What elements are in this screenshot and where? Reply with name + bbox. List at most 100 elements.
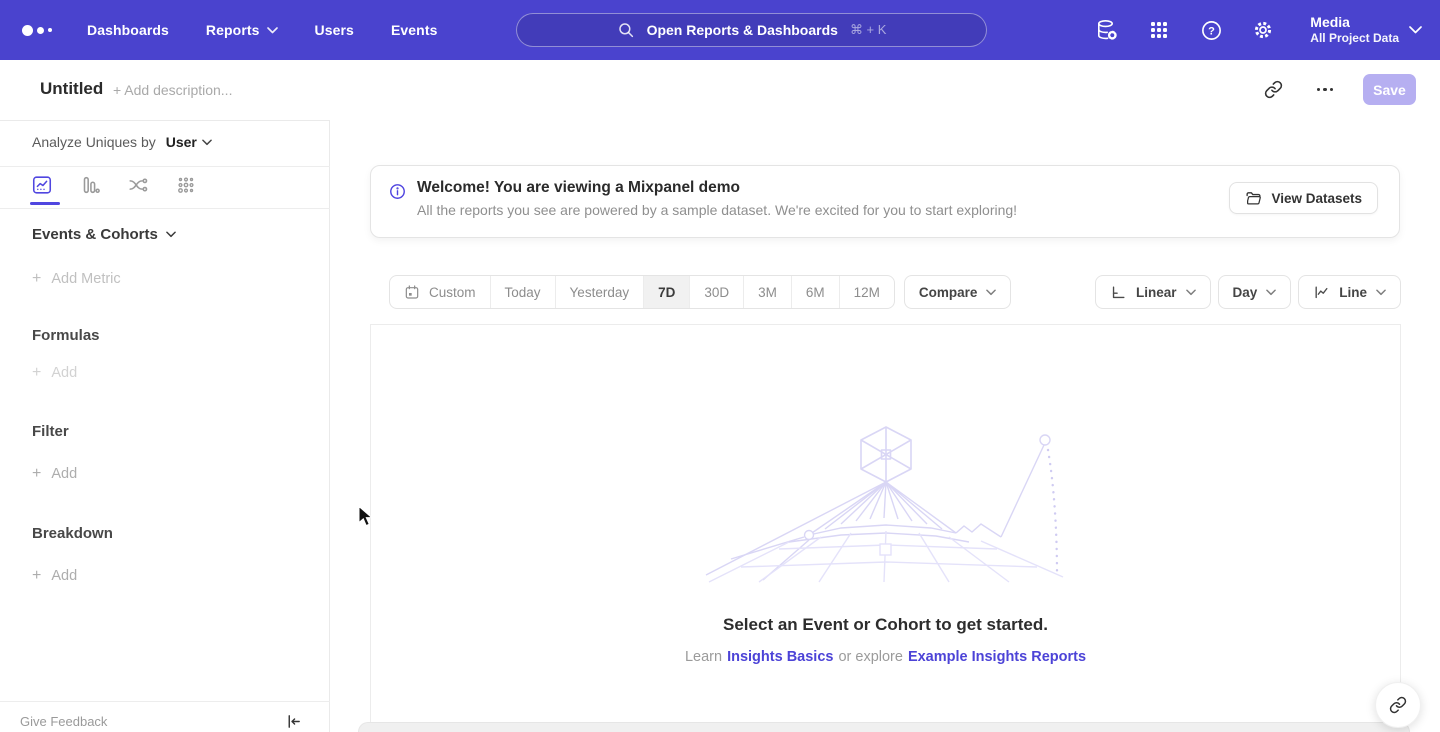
data-management-icon[interactable] — [1094, 17, 1120, 43]
info-icon — [389, 183, 406, 200]
collapse-sidebar-button[interactable] — [283, 711, 303, 731]
nav-item-label: Reports — [206, 22, 260, 38]
range-label: 3M — [758, 285, 777, 300]
breakdown-section-title: Breakdown — [32, 525, 113, 542]
linear-axis-icon — [1110, 284, 1127, 301]
search-icon — [617, 21, 635, 39]
add-filter-button[interactable]: Add — [32, 465, 77, 483]
chart-settings-toolbar: Linear Day Line — [1095, 275, 1401, 309]
settings-gear-icon[interactable] — [1250, 17, 1276, 43]
plus-icon — [32, 567, 41, 585]
range-3m[interactable]: 3M — [744, 276, 792, 308]
nav-item-label: Dashboards — [87, 22, 169, 38]
banner-body: All the reports you see are powered by a… — [417, 202, 1017, 218]
chevron-down-icon — [202, 139, 212, 146]
give-feedback-link[interactable]: Give Feedback — [20, 714, 107, 729]
range-custom[interactable]: Custom — [390, 276, 491, 308]
results-panel-peek[interactable] — [358, 722, 1410, 732]
nav-item-events[interactable]: Events — [391, 22, 438, 38]
save-button[interactable]: Save — [1363, 74, 1416, 105]
add-breakdown-button[interactable]: Add — [32, 567, 77, 585]
add-filter-label: Add — [51, 466, 77, 482]
range-12m[interactable]: 12M — [840, 276, 894, 308]
mixpanel-insights-app: Dashboards Reports Users Events Open Rep… — [0, 0, 1440, 732]
scale-label: Linear — [1136, 285, 1177, 300]
report-title[interactable]: Untitled — [40, 79, 103, 99]
chart-type-dropdown[interactable]: Line — [1298, 275, 1401, 309]
range-label: Custom — [429, 285, 476, 300]
plus-icon — [32, 465, 41, 483]
line-chart-icon — [1313, 284, 1330, 301]
nav-item-users[interactable]: Users — [315, 22, 354, 38]
date-range-toolbar: Custom Today Yesterday 7D 30D 3M 6M 12M … — [389, 275, 1011, 309]
calendar-icon — [404, 284, 420, 300]
collapse-left-icon — [285, 713, 302, 730]
compare-label: Compare — [919, 285, 978, 300]
scale-dropdown[interactable]: Linear — [1095, 275, 1211, 309]
top-nav: Dashboards Reports Users Events Open Rep… — [0, 0, 1440, 60]
help-icon[interactable]: ? — [1198, 17, 1224, 43]
share-link-fab[interactable] — [1375, 682, 1421, 728]
events-cohorts-section-toggle[interactable]: Events & Cohorts — [32, 226, 176, 243]
plus-icon — [32, 364, 41, 382]
copy-link-button[interactable] — [1259, 76, 1287, 104]
nav-item-label: Events — [391, 22, 438, 38]
analyze-label: Analyze Uniques by — [32, 134, 156, 150]
active-tab-indicator — [30, 202, 60, 205]
range-today[interactable]: Today — [491, 276, 556, 308]
apps-grid-icon[interactable] — [1146, 17, 1172, 43]
project-switcher[interactable]: Media All Project Data — [1310, 14, 1422, 46]
ellipsis-icon — [1317, 88, 1334, 92]
folder-icon — [1245, 190, 1262, 207]
dots-grid-icon — [175, 174, 197, 196]
flows-icon — [127, 174, 149, 196]
more-options-button[interactable] — [1311, 76, 1339, 104]
analyze-by-dropdown[interactable]: User — [166, 134, 212, 150]
chevron-down-icon — [986, 289, 996, 296]
granularity-label: Day — [1233, 285, 1258, 300]
banner-title: Welcome! You are viewing a Mixpanel demo — [417, 179, 740, 197]
chevron-down-icon — [1409, 26, 1422, 34]
compare-dropdown[interactable]: Compare — [904, 275, 1012, 309]
tab-retention-chart[interactable] — [174, 173, 198, 197]
events-cohorts-label: Events & Cohorts — [32, 226, 158, 243]
range-yesterday[interactable]: Yesterday — [556, 276, 645, 308]
range-7d[interactable]: 7D — [644, 276, 690, 308]
tab-bar-chart[interactable] — [78, 173, 102, 197]
nav-item-dashboards[interactable]: Dashboards — [87, 22, 169, 38]
nav-item-label: Users — [315, 22, 354, 38]
learn-prefix: Learn — [685, 649, 722, 665]
chevron-down-icon — [267, 27, 278, 34]
mixpanel-logo-icon[interactable] — [22, 25, 52, 36]
example-insights-reports-link[interactable]: Example Insights Reports — [908, 649, 1086, 665]
tab-flows-chart[interactable] — [126, 173, 150, 197]
chevron-down-icon — [1376, 289, 1386, 296]
insights-basics-link[interactable]: Insights Basics — [727, 649, 833, 665]
report-description-placeholder[interactable]: + Add description... — [113, 82, 232, 98]
tab-insights-chart[interactable] — [30, 173, 54, 197]
analyze-by-value: User — [166, 134, 197, 150]
add-formula-button[interactable]: Add — [32, 364, 77, 382]
chevron-down-icon — [1266, 289, 1276, 296]
svg-text:?: ? — [1208, 25, 1215, 37]
add-metric-button[interactable]: Add Metric — [32, 270, 121, 288]
search-placeholder: Open Reports & Dashboards — [647, 22, 838, 38]
range-6m[interactable]: 6M — [792, 276, 840, 308]
link-icon — [1264, 80, 1283, 99]
view-datasets-button[interactable]: View Datasets — [1229, 182, 1378, 214]
range-label: 7D — [658, 285, 675, 300]
range-30d[interactable]: 30D — [690, 276, 744, 308]
project-name: Media — [1310, 14, 1399, 31]
add-breakdown-label: Add — [51, 568, 77, 584]
query-builder-sidebar: Analyze Uniques by User Events & C — [0, 120, 330, 732]
primary-nav: Dashboards Reports Users Events — [87, 22, 437, 38]
add-metric-label: Add Metric — [51, 271, 120, 287]
nav-right-group: ? Media All Project Data — [1094, 0, 1422, 60]
formulas-section-title: Formulas — [32, 327, 100, 344]
global-search[interactable]: Open Reports & Dashboards ⌘ + K — [516, 13, 987, 47]
nav-item-reports[interactable]: Reports — [206, 22, 278, 38]
link-icon — [1389, 696, 1407, 714]
bar-chart-icon — [79, 174, 101, 196]
granularity-dropdown[interactable]: Day — [1218, 275, 1292, 309]
range-label: 12M — [854, 285, 880, 300]
